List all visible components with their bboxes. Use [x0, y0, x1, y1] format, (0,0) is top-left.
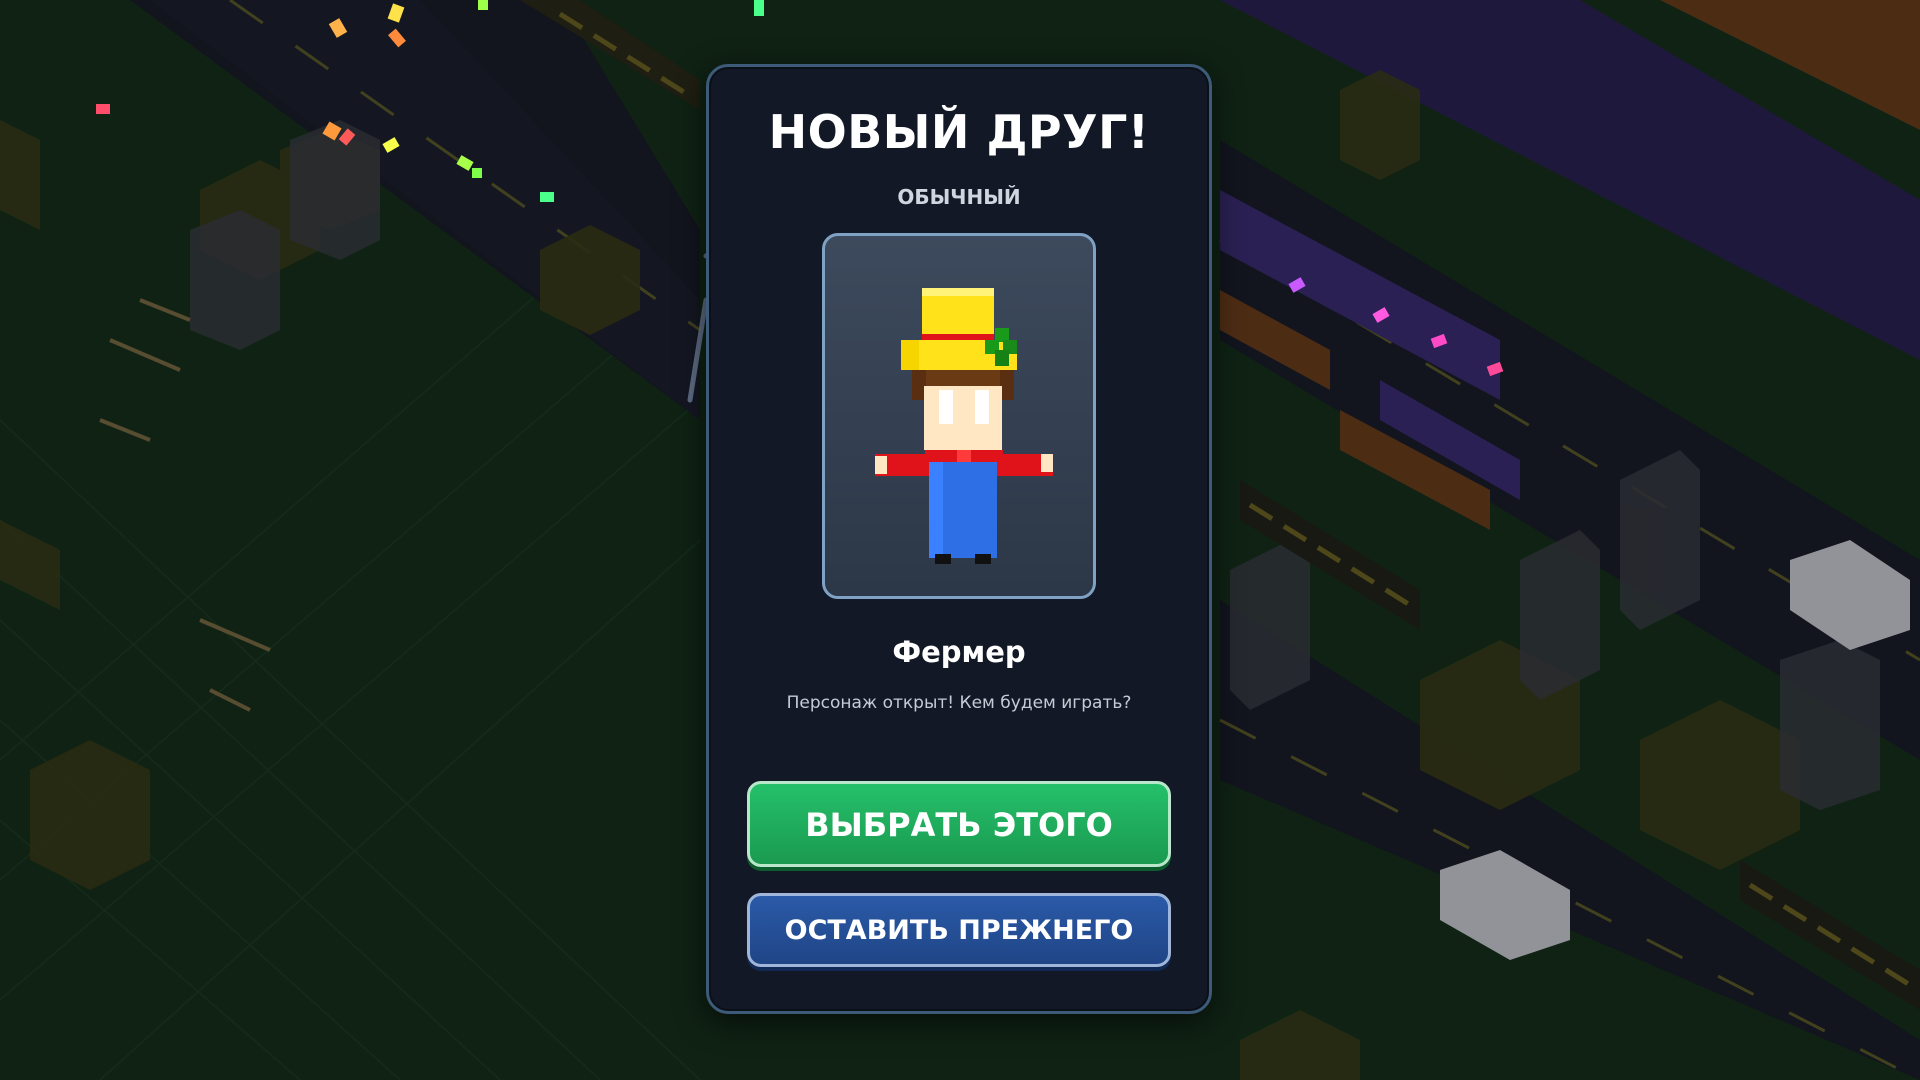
new-character-dialog: НОВЫЙ ДРУГ! ОБЫЧНЫЙ Фермер Персонаж откр… [706, 64, 1212, 1014]
game-screen: НОВЫЙ ДРУГ! ОБЫЧНЫЙ Фермер Персонаж откр… [0, 0, 1920, 1080]
character-name: Фермер [892, 635, 1026, 669]
farmer-character-icon [875, 288, 1053, 564]
character-portrait [822, 233, 1096, 599]
rarity-label: ОБЫЧНЫЙ [897, 185, 1021, 209]
character-description: Персонаж открыт! Кем будем играть? [786, 693, 1132, 713]
dialog-title: НОВЫЙ ДРУГ! [768, 105, 1150, 159]
select-character-button[interactable]: ВЫБРАТЬ ЭТОГО [747, 781, 1171, 867]
keep-previous-button[interactable]: ОСТАВИТЬ ПРЕЖНЕГО [747, 893, 1171, 967]
